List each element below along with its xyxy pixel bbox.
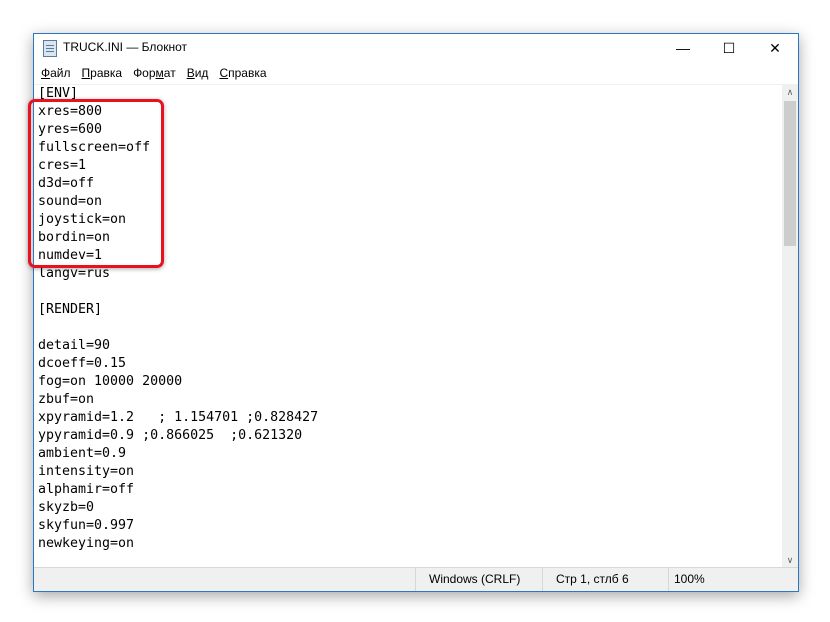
text-line: [RENDER] — [38, 302, 103, 317]
menu-format[interactable]: Формат — [126, 66, 180, 80]
text-line: numdev=1 — [38, 248, 103, 263]
menu-edit[interactable]: Правка — [75, 66, 127, 80]
status-bar: Windows (CRLF) Стр 1, стлб 6 100% — [34, 567, 798, 591]
text-line: yres=600 — [38, 122, 103, 137]
notepad-window: TRUCK.INI — Блокнот — ☐ ✕ Файл Правка Фо… — [33, 33, 799, 592]
notepad-icon — [43, 40, 57, 57]
status-position: Стр 1, стлб 6 — [542, 568, 668, 591]
text-line: sound=on — [38, 194, 103, 209]
text-line: skyzb=0 — [38, 500, 95, 515]
text-line: d3d=off — [38, 176, 95, 191]
scroll-up-icon[interactable]: ∧ — [782, 84, 798, 100]
text-line: zbuf=on — [38, 392, 95, 407]
text-line: langv=rus — [38, 266, 111, 281]
text-line: fog=on 10000 20000 — [38, 374, 183, 389]
title-bar[interactable]: TRUCK.INI — Блокнот — ☐ ✕ — [34, 34, 798, 62]
status-eol: Windows (CRLF) — [415, 568, 542, 591]
menu-bar: Файл Правка Формат Вид Справка — [34, 62, 798, 83]
minimize-button[interactable]: — — [660, 34, 706, 62]
scroll-thumb[interactable] — [784, 101, 796, 246]
maximize-button[interactable]: ☐ — [706, 34, 752, 62]
text-line: ypyramid=0.9 ;0.866025 ;0.621320 — [38, 428, 303, 443]
text-line: intensity=on — [38, 464, 135, 479]
window-title: TRUCK.INI — Блокнот — [63, 40, 188, 54]
text-line: cres=1 — [38, 158, 87, 173]
text-line: ambient=0.9 — [38, 446, 127, 461]
text-line: bordin=on — [38, 230, 111, 245]
text-line: dcoeff=0.15 — [38, 356, 127, 371]
text-editor[interactable]: [ENV] xres=800 yres=600 fullscreen=off cres=… — [34, 84, 782, 569]
vertical-scrollbar[interactable]: ∧ ∨ — [782, 84, 798, 568]
menu-view[interactable]: Вид — [180, 66, 213, 80]
text-line: xres=800 — [38, 104, 103, 119]
text-line: xpyramid=1.2 ; 1.154701 ;0.828427 — [38, 410, 319, 425]
text-line: skyfun=0.997 — [38, 518, 135, 533]
text-line: detail=90 — [38, 338, 111, 353]
status-zoom: 100% — [668, 568, 705, 591]
text-line: newkeying=on — [38, 536, 135, 551]
text-line: alphamir=off — [38, 482, 135, 497]
text-line: joystick=on — [38, 212, 127, 227]
scroll-down-icon[interactable]: ∨ — [782, 552, 798, 568]
close-button[interactable]: ✕ — [752, 34, 798, 62]
text-line: [ENV] — [38, 86, 79, 101]
text-line: fullscreen=off — [38, 140, 151, 155]
menu-help[interactable]: Справка — [212, 66, 270, 80]
menu-file[interactable]: Файл — [34, 66, 75, 80]
